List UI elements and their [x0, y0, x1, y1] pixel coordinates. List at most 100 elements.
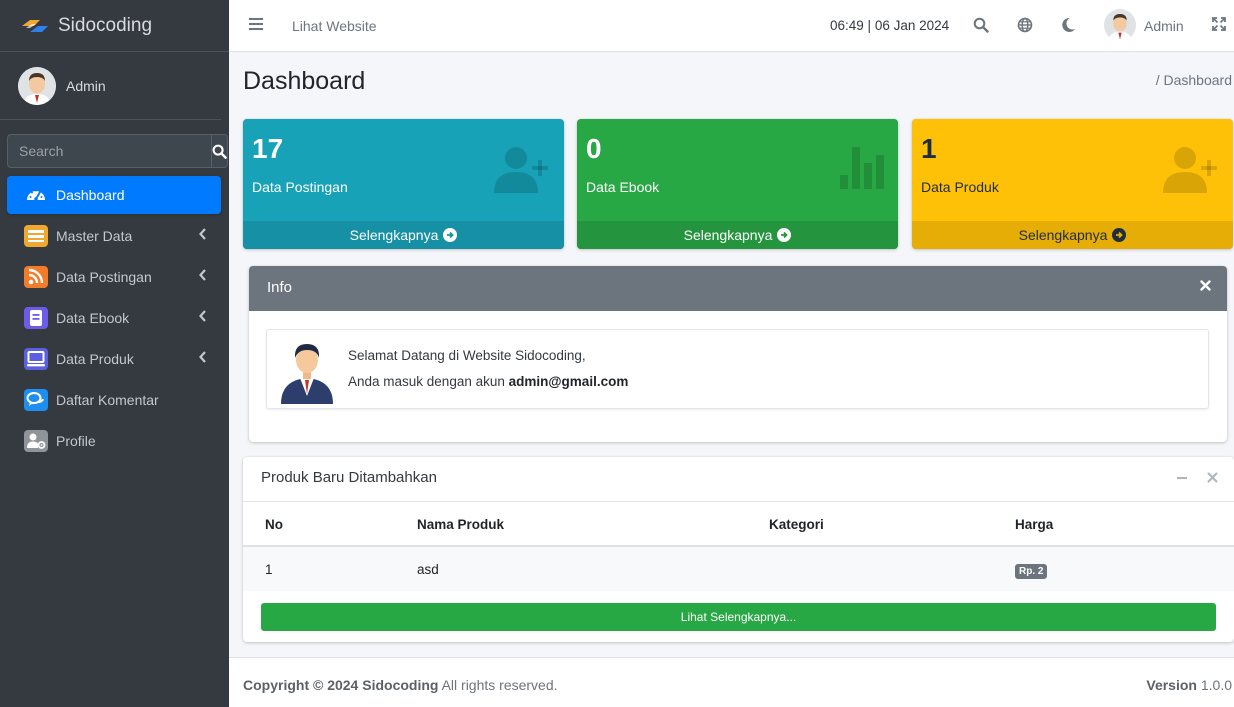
dark-mode-moon-icon[interactable]	[1061, 17, 1076, 33]
sidebar-item-dashboard[interactable]: Dashboard	[7, 176, 221, 214]
user-panel[interactable]: Admin	[0, 52, 221, 120]
table-header-row: No Nama Produk Kategori Harga	[243, 502, 1234, 547]
businessman-icon	[281, 344, 333, 404]
sidebar-item-label: Data Produk	[56, 351, 134, 367]
version-number: 1.0.0	[1200, 677, 1232, 693]
search-input[interactable]	[7, 134, 211, 168]
arrow-circle-right-icon	[1112, 228, 1127, 242]
stat-more-label: Selengkapnya	[349, 227, 439, 243]
login-info-prefix: Anda masuk dengan akun	[348, 374, 505, 389]
new-products-title: Produk Baru Ditambahkan	[261, 469, 437, 486]
minimize-icon[interactable]	[1176, 472, 1188, 484]
speedometer-icon	[23, 184, 49, 206]
sidebar-user-name: Admin	[66, 77, 106, 94]
sidebar-search	[7, 134, 228, 168]
search-button[interactable]	[211, 134, 228, 168]
fullscreen-icon[interactable]	[1212, 17, 1226, 31]
laptop-icon	[23, 348, 49, 370]
copyright-text: Copyright © 2024 Sidocoding All rights r…	[243, 677, 558, 693]
column-header-no: No	[265, 517, 283, 532]
brand-link[interactable]: Sidocoding	[0, 0, 229, 52]
view-website-link[interactable]: Lihat Website	[292, 18, 377, 34]
chevron-left-icon	[199, 228, 206, 240]
user-avatar-icon	[1104, 9, 1136, 41]
navbar-user-name[interactable]: Admin	[1144, 18, 1184, 34]
sidebar-item-master-data[interactable]: Master Data	[7, 217, 221, 255]
rss-icon	[23, 266, 49, 288]
user-plus-icon	[1163, 147, 1217, 193]
stat-more-label: Selengkapnya	[1018, 227, 1108, 243]
search-icon[interactable]	[973, 17, 989, 33]
close-icon[interactable]	[1207, 472, 1218, 483]
products-table: No Nama Produk Kategori Harga 1 asd Rp. …	[243, 502, 1234, 591]
brand-name: Sidocoding	[58, 14, 153, 36]
chevron-left-icon	[199, 269, 206, 281]
chevron-left-icon	[199, 351, 206, 363]
copyright-owner[interactable]: Copyright © 2024 Sidocoding	[243, 677, 438, 693]
navbar-avatar[interactable]	[1104, 9, 1136, 41]
price-badge: Rp. 2	[1015, 564, 1048, 579]
stat-more-label: Selengkapnya	[683, 227, 773, 243]
cell-no: 1	[265, 562, 273, 577]
chat-icon	[23, 389, 49, 411]
login-email: admin@gmail.com	[508, 374, 629, 389]
user-gear-icon	[23, 430, 49, 452]
info-card-title: Info	[267, 279, 293, 296]
stat-more-link[interactable]: Selengkapnya	[577, 221, 898, 249]
stat-more-link[interactable]: Selengkapnya	[243, 221, 564, 249]
version-label: Version	[1146, 677, 1197, 693]
stat-label: Data Ebook	[586, 179, 660, 195]
page-footer: Copyright © 2024 Sidocoding All rights r…	[229, 657, 1234, 707]
info-card-header: Info	[249, 266, 1227, 311]
sidebar-item-data-ebook[interactable]: Data Ebook	[7, 299, 221, 337]
column-header-category: Kategori	[769, 517, 824, 532]
version-text: Version 1.0.0	[1146, 677, 1232, 693]
brand-logo-icon	[22, 19, 48, 32]
new-products-card: Produk Baru Ditambahkan No Nama Produk K…	[243, 457, 1234, 642]
page-title: Dashboard	[243, 67, 366, 95]
sidebar-item-label: Daftar Komentar	[56, 392, 159, 408]
close-icon[interactable]	[1200, 280, 1211, 291]
stat-box-produk: 1 Data Produk Selengkapnya	[912, 119, 1233, 249]
stat-label: Data Produk	[921, 179, 999, 195]
sidebar-item-data-produk[interactable]: Data Produk	[7, 340, 221, 378]
sidebar-item-label: Data Ebook	[56, 310, 130, 326]
chevron-left-icon	[199, 310, 206, 322]
rights-text: All rights reserved.	[441, 677, 558, 693]
view-more-products-button[interactable]: Lihat Selengkapnya...	[261, 603, 1216, 631]
globe-icon[interactable]	[1017, 17, 1033, 33]
breadcrumb: / Dashboard	[1155, 72, 1232, 88]
table-row: 1 asd Rp. 2	[243, 547, 1234, 591]
sidebar: Sidocoding Admin Search Dashboard Master…	[0, 0, 229, 707]
cell-name: asd	[417, 562, 439, 577]
sidebar-item-data-postingan[interactable]: Data Postingan	[7, 258, 221, 296]
stat-count: 17	[252, 133, 284, 164]
login-info-text: Anda masuk dengan akun admin@gmail.com	[348, 374, 628, 389]
arrow-circle-right-icon	[443, 228, 458, 242]
sidebar-item-daftar-komentar[interactable]: Daftar Komentar	[7, 381, 221, 419]
new-products-header: Produk Baru Ditambahkan	[243, 457, 1234, 502]
sidebar-item-label: Master Data	[56, 228, 133, 244]
stat-more-link[interactable]: Selengkapnya	[912, 221, 1233, 249]
avatar	[18, 66, 56, 105]
stat-label: Data Postingan	[252, 179, 348, 195]
sidebar-item-profile[interactable]: Profile	[7, 422, 221, 460]
sidebar-nav: Dashboard Master Data Data Postingan Dat…	[7, 176, 221, 463]
column-header-name: Nama Produk	[417, 517, 505, 532]
stat-count: 0	[586, 133, 602, 164]
sidebar-item-label: Dashboard	[56, 187, 125, 203]
column-header-price: Harga	[1015, 517, 1054, 532]
bar-chart-icon	[840, 147, 884, 189]
arrow-circle-right-icon	[777, 228, 792, 242]
list-icon	[23, 225, 49, 247]
user-plus-icon	[494, 147, 548, 193]
sidebar-item-label: Profile	[56, 433, 96, 449]
stat-box-ebook: 0 Data Ebook Selengkapnya	[577, 119, 898, 249]
clock-time: 06:49	[830, 18, 864, 33]
clock: 06:49 | 06 Jan 2024	[830, 18, 950, 33]
info-card: Info Selamat Datang di Website Sidocodin…	[249, 266, 1227, 442]
sidebar-item-label: Data Postingan	[56, 269, 152, 285]
user-avatar-icon	[18, 66, 56, 105]
welcome-text: Selamat Datang di Website Sidocoding,	[348, 348, 586, 363]
hamburger-menu-icon[interactable]	[249, 17, 263, 31]
